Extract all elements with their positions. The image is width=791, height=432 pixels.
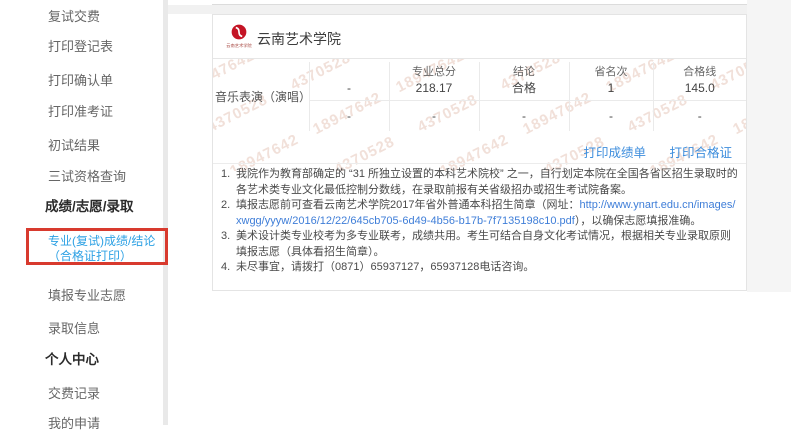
empty-cell: - — [653, 100, 746, 131]
cell-label — [312, 66, 387, 79]
sidebar: 复试交费 打印登记表 打印确认单 打印准考证 初试结果 三试资格查询 成绩/志愿… — [0, 0, 163, 425]
sidebar-section-personal[interactable]: 个人中心 — [45, 348, 99, 368]
active-item-line1: 专业(复试)成绩/结论 — [48, 234, 155, 249]
sidebar-item-print-confirmation[interactable]: 打印确认单 — [48, 70, 113, 89]
cell-value: 合格 — [482, 81, 567, 95]
watermark-text: 18947642 — [227, 131, 301, 171]
score-table-wrap: 音乐表演（演唱） - 专业总分 218.17 结论 合格 省名次 1 — [213, 62, 746, 131]
watermark-text: 18947642 — [437, 131, 511, 171]
print-certificate-link[interactable]: 打印合格证 — [669, 146, 732, 160]
conclusion-cell: 结论 合格 — [479, 62, 569, 100]
active-item-line2: （合格证打印） — [48, 249, 155, 264]
cell-label: 省名次 — [572, 66, 651, 79]
note-4: 4. 未尽事宜，请拨打（0871）65937127，65937128电话咨询。 — [221, 260, 739, 276]
background-right-band — [747, 0, 791, 292]
note-3: 3. 美术设计类专业校考为多专业联考，成绩共用。考生可结合自身文化考试情况，根据… — [221, 229, 739, 260]
note-2-pre: 填报志愿前可查看云南艺术学院2017年省外普通本科招生简章（网址： — [236, 199, 579, 211]
note-number: 3. — [221, 229, 236, 260]
sidebar-item-admission-info[interactable]: 录取信息 — [48, 318, 100, 337]
previous-card-edge — [212, 0, 747, 5]
cell-label: 合格线 — [656, 66, 745, 79]
note-text: 未尽事宜，请拨打（0871）65937127，65937128电话咨询。 — [236, 260, 739, 276]
sidebar-section-scores[interactable]: 成绩/志愿/录取 — [45, 195, 134, 215]
background-gap-band — [168, 5, 791, 14]
sidebar-item-print-admission[interactable]: 打印准考证 — [48, 101, 113, 120]
note-2: 2. 填报志愿前可查看云南艺术学院2017年省外普通本科招生简章（网址：http… — [221, 198, 739, 229]
card-header: 云南艺术学院 云南艺术学院 — [213, 15, 746, 59]
note-number: 4. — [221, 260, 236, 276]
cell-value: 1 — [572, 81, 651, 95]
note-number: 1. — [221, 167, 236, 198]
empty-cell: - — [569, 100, 653, 131]
cell-label: 结论 — [482, 66, 567, 79]
total-score-cell: 专业总分 218.17 — [389, 62, 479, 100]
university-name: 云南艺术学院 — [257, 29, 341, 49]
province-rank-cell: 省名次 1 — [569, 62, 653, 100]
sidebar-item-first-test-result[interactable]: 初试结果 — [48, 135, 100, 154]
cell-value: - — [312, 81, 387, 95]
empty-cell: - — [479, 100, 569, 131]
university-logo-caption: 云南艺术学院 — [220, 43, 257, 49]
major-name-cell: 音乐表演（演唱） — [213, 62, 309, 131]
sidebar-item-fill-major-wish[interactable]: 填报专业志愿 — [48, 285, 126, 304]
notes-separator — [213, 163, 746, 164]
sidebar-item-retest-payment[interactable]: 复试交费 — [48, 6, 100, 25]
sidebar-item-major-score-result-active[interactable]: 专业(复试)成绩/结论 （合格证打印） — [48, 234, 155, 264]
sidebar-item-print-registration[interactable]: 打印登记表 — [48, 36, 113, 55]
empty-cell: - — [389, 100, 479, 131]
note-number: 2. — [221, 198, 236, 229]
watermark-text: 4370528 — [332, 133, 398, 171]
score-cell: - — [309, 62, 389, 100]
cell-value: 218.17 — [392, 81, 477, 95]
sidebar-item-my-applications[interactable]: 我的申请 — [48, 413, 100, 432]
score-result-card: 云南艺术学院 云南艺术学院 18947642437052818947642437… — [212, 14, 747, 291]
note-text: 填报志愿前可查看云南艺术学院2017年省外普通本科招生简章（网址：http://… — [236, 198, 739, 229]
sidebar-item-payment-records[interactable]: 交费记录 — [48, 383, 100, 402]
note-text: 我院作为教育部确定的 “31 所独立设置的本科艺术院校” 之一，自行划定本院在全… — [236, 167, 739, 198]
print-transcript-link[interactable]: 打印成绩单 — [583, 146, 646, 160]
note-2-post: ），以确保志愿填报准确。 — [575, 215, 702, 227]
note-text: 美术设计类专业校考为多专业联考，成绩共用。考生可结合自身文化考试情况，根据相关专… — [236, 229, 739, 260]
cell-label: 专业总分 — [392, 66, 477, 79]
cell-value: 145.0 — [656, 81, 745, 95]
empty-cell: - — [309, 100, 389, 131]
university-logo-icon — [231, 24, 247, 40]
table-row: 音乐表演（演唱） - 专业总分 218.17 结论 合格 省名次 1 — [213, 62, 746, 100]
note-1: 1. 我院作为教育部确定的 “31 所独立设置的本科艺术院校” 之一，自行划定本… — [221, 167, 739, 198]
sidebar-item-third-test-query[interactable]: 三试资格查询 — [48, 166, 126, 185]
sidebar-divider — [163, 0, 168, 425]
notes-section: 1. 我院作为教育部确定的 “31 所独立设置的本科艺术院校” 之一，自行划定本… — [221, 167, 739, 276]
score-table: 音乐表演（演唱） - 专业总分 218.17 结论 合格 省名次 1 — [213, 62, 746, 131]
print-actions: 打印成绩单 打印合格证 — [563, 142, 732, 161]
pass-line-cell: 合格线 145.0 — [653, 62, 746, 100]
